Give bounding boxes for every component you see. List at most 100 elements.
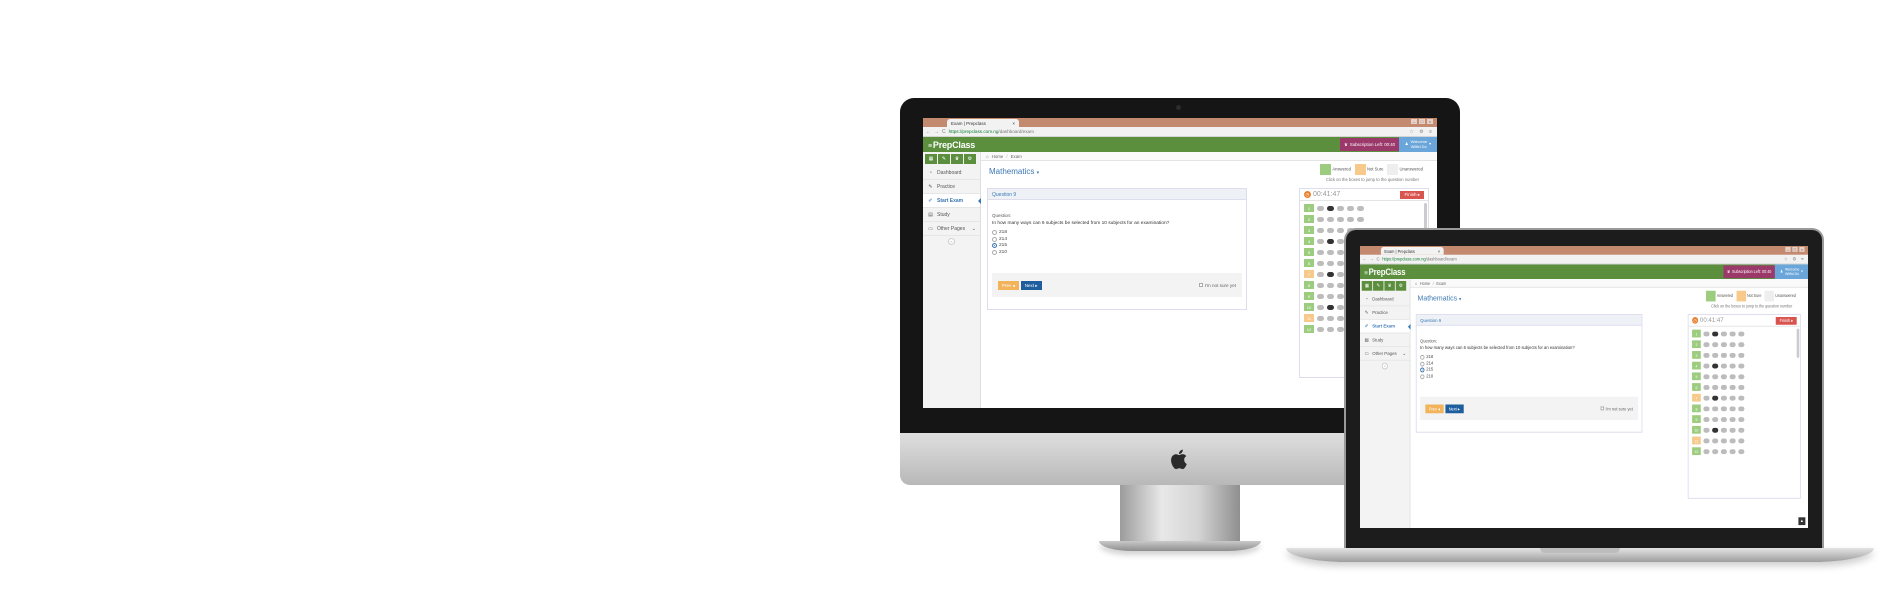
prev-button[interactable]: Prev ◂: [998, 280, 1019, 290]
timer-panel: ◷ 00:41:47 Finish ▸ 1 2 3 4 5 6 7 8 9 10 11 12: [1687, 314, 1802, 499]
browser-tab[interactable]: Exam | Prepclass ×: [947, 119, 1019, 127]
answer-option[interactable]: 210: [992, 249, 1242, 255]
prev-button[interactable]: Prev ◂: [1425, 404, 1444, 413]
not-sure-toggle[interactable]: I'm not sure yet: [1600, 405, 1633, 411]
back-icon[interactable]: ←: [926, 129, 931, 135]
sidebar-item-study[interactable]: ▤ Study: [1360, 334, 1410, 348]
close-window-icon[interactable]: ×: [1799, 246, 1805, 252]
question-jump-button[interactable]: 9: [1692, 415, 1701, 423]
answer-option[interactable]: 218: [1420, 354, 1638, 360]
question-jump-button[interactable]: 2: [1692, 340, 1701, 349]
user-menu[interactable]: ♟ Welcome Wilfid Do ▾: [1399, 137, 1437, 152]
chart-shortcut-icon[interactable]: ▦: [925, 154, 937, 164]
subject-dropdown[interactable]: Mathematics ▾: [989, 167, 1039, 176]
option-dot: [1738, 448, 1745, 454]
breadcrumb-home[interactable]: Home: [1420, 281, 1430, 286]
answer-option[interactable]: 215: [1420, 367, 1638, 373]
gear-shortcut-icon[interactable]: ⚙: [964, 154, 976, 164]
crown-shortcut-icon[interactable]: ♛: [1384, 281, 1395, 291]
logo[interactable]: ≡PrepClass: [1360, 267, 1411, 277]
sidebar-item-start-exam[interactable]: ✐ Start Exam: [923, 194, 982, 208]
maximize-icon[interactable]: □: [1419, 119, 1425, 124]
minimize-icon[interactable]: –: [1411, 119, 1417, 124]
question-jump-button[interactable]: 1: [1692, 329, 1701, 338]
close-window-icon[interactable]: ×: [1427, 119, 1433, 124]
question-jump-button[interactable]: 11: [1692, 436, 1701, 445]
reload-icon[interactable]: C: [1377, 256, 1380, 262]
option-radio[interactable]: [1420, 354, 1425, 360]
next-button[interactable]: Next ▸: [1445, 404, 1464, 413]
pencil-shortcut-icon[interactable]: ✎: [938, 154, 950, 164]
option-radio-selected[interactable]: [1420, 367, 1425, 373]
question-label: Question:: [1420, 338, 1437, 344]
subject-dropdown[interactable]: Mathematics ▾: [1418, 294, 1462, 303]
subscription-badge[interactable]: ♛ Subscription Left: 00:40: [1339, 138, 1399, 151]
maximize-icon[interactable]: □: [1792, 246, 1798, 252]
option-radio[interactable]: [1420, 373, 1425, 379]
forward-icon[interactable]: →: [1370, 256, 1374, 262]
browser-menu-icons[interactable]: ☆ ⚙ ≡: [1784, 256, 1806, 262]
breadcrumb-home[interactable]: Home: [992, 154, 1004, 159]
browser-tab[interactable]: Exam | Prepclass ×: [1380, 246, 1444, 255]
question-jump-button[interactable]: 10: [1692, 425, 1701, 434]
question-jump-button[interactable]: 1: [1304, 204, 1314, 212]
sidebar-item-dashboard[interactable]: ◔ Dashboard: [1360, 293, 1410, 307]
answer-option[interactable]: 215: [992, 243, 1242, 248]
sidebar-item-label: Dashboard: [937, 169, 962, 176]
option-radio[interactable]: [992, 230, 997, 235]
answer-option[interactable]: 210: [1420, 373, 1638, 379]
sidebar-item-start-exam[interactable]: ✐ Start Exam: [1360, 319, 1412, 334]
answer-option[interactable]: 218: [992, 230, 1242, 235]
url-field[interactable]: https://prepclass.com.ng/dashboard/exam: [949, 129, 1407, 134]
sidebar-item-practice[interactable]: ✎ Practice: [1360, 306, 1410, 320]
question-jump-button[interactable]: 7: [1692, 393, 1701, 402]
sidebar-item-practice[interactable]: ✎ Practice: [923, 180, 980, 194]
home-icon[interactable]: ⌂: [1415, 281, 1417, 286]
option-radio[interactable]: [992, 249, 997, 255]
gear-shortcut-icon[interactable]: ⚙: [1395, 281, 1407, 291]
question-jump-button[interactable]: 5: [1692, 372, 1701, 381]
browser-menu-icons[interactable]: ☆ ⚙ ≡: [1409, 129, 1434, 135]
logo[interactable]: ≡PrepClass: [923, 140, 981, 150]
option-radio-selected[interactable]: [992, 243, 997, 248]
sidebar-item-other-pages[interactable]: ▭ Other Pages ⌄: [923, 222, 980, 236]
back-icon[interactable]: ←: [1363, 256, 1367, 262]
tab-close-icon[interactable]: ×: [1012, 121, 1015, 126]
crown-shortcut-icon[interactable]: ♛: [951, 154, 963, 164]
option-radio[interactable]: [992, 236, 997, 242]
answer-option[interactable]: 214: [1420, 361, 1638, 367]
tab-close-icon[interactable]: ×: [1438, 249, 1440, 254]
user-menu[interactable]: ♟ Welcome Wilfid Do ▾: [1774, 264, 1808, 280]
finish-button[interactable]: Finish ▸: [1776, 316, 1797, 325]
scrollbar[interactable]: [1796, 328, 1800, 358]
back-to-top-icon[interactable]: ▴: [1798, 517, 1806, 526]
question-jump-button[interactable]: 6: [1692, 383, 1701, 391]
sidebar-collapse-icon[interactable]: «: [948, 238, 955, 245]
chart-shortcut-icon[interactable]: ▦: [1361, 281, 1373, 291]
forward-icon[interactable]: →: [934, 129, 939, 135]
sidebar-item-other-pages[interactable]: ▭ Other Pages ⌄: [1360, 347, 1410, 361]
minimize-icon[interactable]: –: [1785, 246, 1791, 252]
question-jump-button[interactable]: 4: [1692, 361, 1701, 370]
answer-option[interactable]: 214: [992, 236, 1242, 242]
not-sure-checkbox[interactable]: [1198, 283, 1203, 287]
url-field[interactable]: https://prepclass.com.ng/dashboard/exam: [1382, 257, 1781, 262]
question-jump-button[interactable]: 2: [1304, 215, 1314, 223]
pencil-shortcut-icon[interactable]: ✎: [1373, 281, 1384, 291]
not-sure-label: I'm not sure yet: [1605, 405, 1633, 411]
not-sure-toggle[interactable]: I'm not sure yet: [1198, 283, 1236, 288]
home-icon[interactable]: ⌂: [986, 154, 989, 159]
question-jump-button[interactable]: 8: [1692, 404, 1701, 413]
option-radio[interactable]: [1420, 361, 1425, 367]
sidebar-item-dashboard[interactable]: ◔ Dashboard: [923, 166, 980, 180]
not-sure-checkbox[interactable]: [1600, 406, 1604, 411]
finish-button[interactable]: Finish ▸: [1400, 190, 1424, 199]
sidebar-item-study[interactable]: ▤ Study: [923, 208, 980, 222]
sidebar-collapse-icon[interactable]: «: [1381, 362, 1388, 370]
not-sure-swatch: [1354, 164, 1366, 175]
question-jump-button[interactable]: 3: [1692, 351, 1701, 359]
subscription-badge[interactable]: ♛ Subscription Left: 00:40: [1723, 265, 1775, 279]
question-jump-button[interactable]: 12: [1692, 447, 1701, 456]
next-button[interactable]: Next ▸: [1020, 280, 1042, 290]
reload-icon[interactable]: C: [942, 129, 946, 135]
